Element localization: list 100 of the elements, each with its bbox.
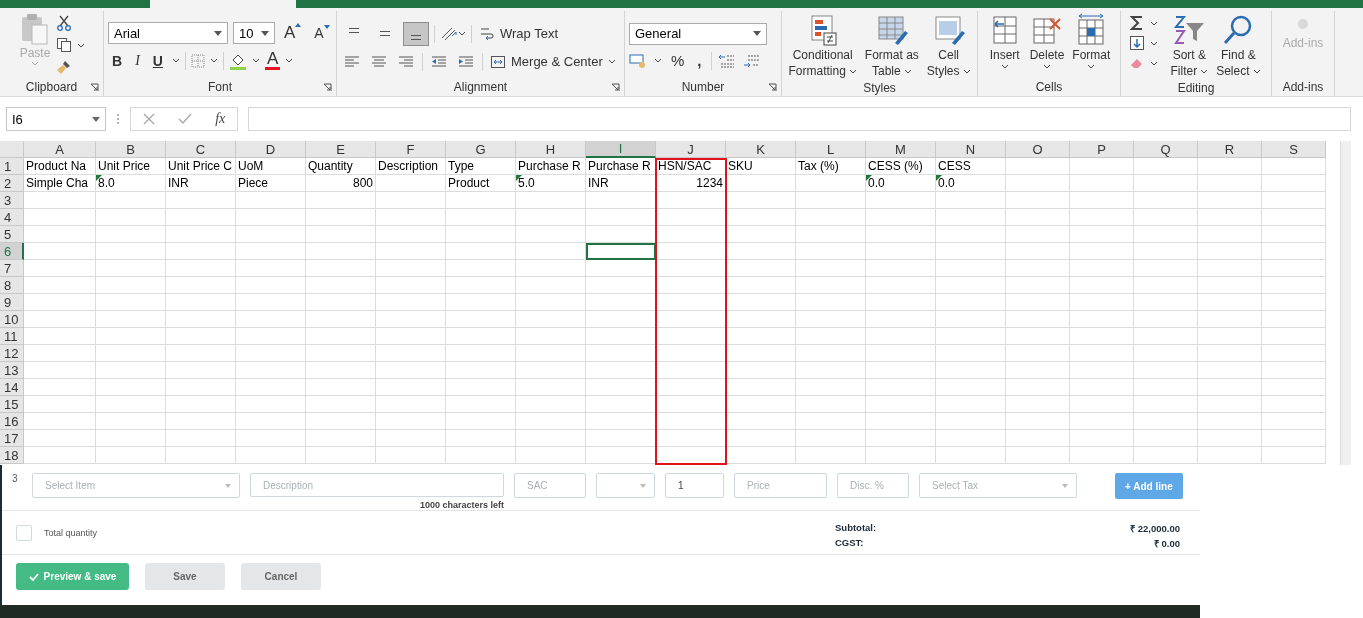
table-cell[interactable] — [1262, 192, 1326, 209]
table-cell[interactable] — [24, 413, 96, 430]
table-cell[interactable] — [1134, 192, 1198, 209]
table-cell[interactable] — [1262, 413, 1326, 430]
table-cell[interactable] — [726, 379, 796, 396]
table-cell[interactable] — [236, 226, 306, 243]
row-header[interactable]: 8 — [0, 277, 24, 294]
format-button[interactable]: Format — [1070, 13, 1113, 69]
merge-center-button[interactable]: Merge & Center — [488, 53, 618, 70]
table-cell[interactable] — [1262, 396, 1326, 413]
column-header[interactable]: K — [726, 141, 796, 158]
table-cell[interactable] — [796, 175, 866, 192]
table-cell[interactable] — [1198, 277, 1262, 294]
table-cell[interactable] — [166, 362, 236, 379]
table-cell[interactable] — [96, 328, 166, 345]
table-cell[interactable] — [236, 379, 306, 396]
table-cell[interactable] — [1198, 447, 1262, 464]
table-cell[interactable] — [1134, 277, 1198, 294]
table-cell[interactable] — [866, 260, 936, 277]
table-cell[interactable] — [96, 362, 166, 379]
table-cell[interactable] — [866, 345, 936, 362]
row-header[interactable]: 1 — [0, 158, 24, 175]
table-cell[interactable] — [306, 192, 376, 209]
row-header[interactable]: 17 — [0, 430, 24, 447]
table-cell[interactable] — [1070, 175, 1134, 192]
table-cell[interactable] — [306, 362, 376, 379]
table-cell[interactable] — [236, 413, 306, 430]
table-cell[interactable] — [166, 447, 236, 464]
table-cell[interactable] — [236, 260, 306, 277]
table-cell[interactable]: Unit Price C — [166, 158, 236, 175]
table-cell[interactable] — [1198, 243, 1262, 260]
row-header[interactable]: 4 — [0, 209, 24, 226]
dropdown-field[interactable] — [596, 473, 655, 498]
table-cell[interactable] — [1070, 294, 1134, 311]
column-header[interactable]: L — [796, 141, 866, 158]
table-cell[interactable]: 1234 — [656, 175, 726, 192]
table-cell[interactable] — [306, 379, 376, 396]
table-cell[interactable] — [796, 209, 866, 226]
row-header[interactable]: 6 — [0, 243, 24, 260]
name-box[interactable]: I6 — [6, 107, 106, 131]
underline-button[interactable]: U — [148, 52, 167, 69]
table-cell[interactable] — [866, 379, 936, 396]
table-cell[interactable] — [796, 260, 866, 277]
table-cell[interactable] — [1134, 379, 1198, 396]
table-cell[interactable]: HSN/SAC — [656, 158, 726, 175]
row-header[interactable]: 12 — [0, 345, 24, 362]
table-cell[interactable] — [796, 192, 866, 209]
table-cell[interactable] — [516, 345, 586, 362]
table-cell[interactable] — [376, 277, 446, 294]
font-color-button[interactable]: A — [264, 51, 281, 70]
insert-function-button[interactable]: fx — [215, 111, 226, 127]
table-cell[interactable] — [726, 311, 796, 328]
table-cell[interactable] — [1134, 447, 1198, 464]
angled-text-icon[interactable] — [440, 25, 466, 42]
caret-icon[interactable] — [654, 58, 662, 63]
table-cell[interactable] — [24, 447, 96, 464]
table-cell[interactable] — [936, 243, 1006, 260]
table-cell[interactable] — [236, 294, 306, 311]
table-cell[interactable] — [306, 209, 376, 226]
table-cell[interactable] — [24, 362, 96, 379]
table-cell[interactable] — [1006, 175, 1070, 192]
table-cell[interactable] — [726, 175, 796, 192]
column-header[interactable]: B — [96, 141, 166, 158]
table-cell[interactable] — [236, 396, 306, 413]
table-cell[interactable] — [1134, 413, 1198, 430]
table-cell[interactable] — [936, 192, 1006, 209]
table-cell[interactable] — [96, 430, 166, 447]
table-cell[interactable] — [236, 243, 306, 260]
table-cell[interactable] — [24, 294, 96, 311]
table-cell[interactable] — [1070, 345, 1134, 362]
dialog-launcher-icon[interactable] — [611, 83, 620, 92]
table-cell[interactable] — [306, 447, 376, 464]
table-cell[interactable] — [796, 328, 866, 345]
table-cell[interactable] — [24, 311, 96, 328]
table-cell[interactable] — [1262, 328, 1326, 345]
column-header[interactable]: M — [866, 141, 936, 158]
table-cell[interactable] — [866, 294, 936, 311]
wrap-text-button[interactable]: Wrap Text — [477, 25, 561, 42]
table-cell[interactable] — [936, 447, 1006, 464]
table-cell[interactable] — [376, 243, 446, 260]
table-cell[interactable] — [24, 226, 96, 243]
table-cell[interactable] — [1006, 430, 1070, 447]
table-cell[interactable] — [866, 192, 936, 209]
table-cell[interactable] — [306, 345, 376, 362]
scissors-icon[interactable] — [56, 15, 73, 31]
table-cell[interactable] — [1070, 158, 1134, 175]
table-cell[interactable] — [1006, 413, 1070, 430]
table-cell[interactable] — [446, 379, 516, 396]
table-cell[interactable] — [796, 430, 866, 447]
table-cell[interactable] — [376, 226, 446, 243]
table-cell[interactable] — [1006, 294, 1070, 311]
column-header[interactable]: J — [656, 141, 726, 158]
caret-icon[interactable] — [209, 58, 218, 63]
table-cell[interactable] — [516, 294, 586, 311]
caret-icon[interactable] — [1150, 20, 1159, 26]
table-cell[interactable] — [1198, 260, 1262, 277]
input-field[interactable]: 1 — [665, 473, 724, 498]
table-cell[interactable] — [1006, 243, 1070, 260]
table-cell[interactable]: Product Na — [24, 158, 96, 175]
table-cell[interactable] — [166, 396, 236, 413]
